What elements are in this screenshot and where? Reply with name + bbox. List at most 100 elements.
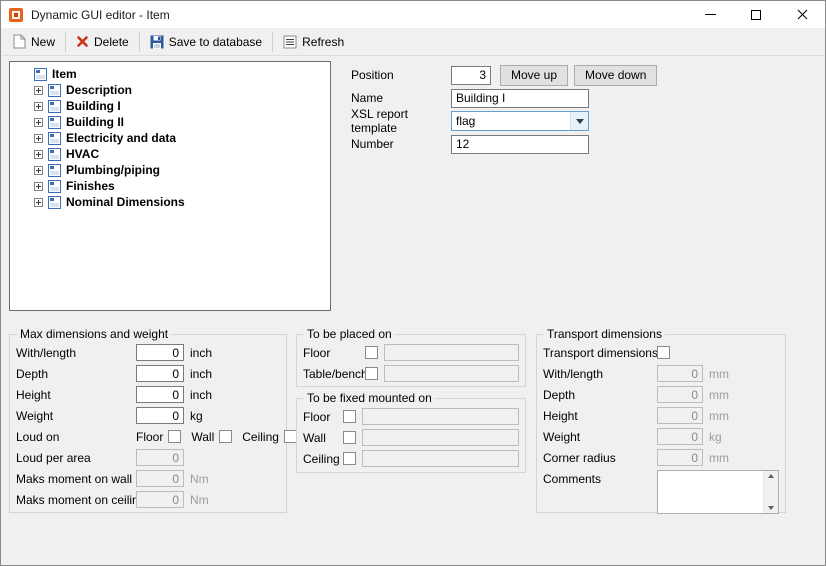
value-input[interactable]: 0	[136, 365, 184, 382]
field-label: Height	[543, 409, 657, 423]
checkbox[interactable]	[219, 430, 232, 443]
unit-label: inch	[190, 388, 212, 402]
save-to-database-button[interactable]: Save to database	[143, 30, 269, 54]
value-input-disabled: 0	[136, 470, 184, 487]
expand-plus-icon[interactable]	[34, 118, 43, 127]
app-icon	[8, 7, 24, 23]
window-title: Dynamic GUI editor - Item	[31, 8, 170, 22]
expand-plus-icon[interactable]	[34, 182, 43, 191]
dimension-row: Loud per area 0	[16, 449, 280, 466]
fixed-mounted-row: Floor	[303, 408, 519, 425]
number-input[interactable]: 12	[451, 135, 589, 154]
form-node-icon	[48, 148, 61, 161]
value-input[interactable]: 0	[136, 386, 184, 403]
checkbox[interactable]	[343, 431, 356, 444]
refresh-button[interactable]: Refresh	[276, 30, 351, 54]
comments-text	[660, 472, 761, 512]
form-node-icon	[48, 180, 61, 193]
new-document-icon	[13, 34, 26, 49]
field-label: Floor	[303, 410, 343, 424]
text-input-disabled	[384, 365, 519, 382]
field-label: With/length	[16, 346, 136, 360]
move-up-button[interactable]: Move up	[500, 65, 568, 86]
tree-item[interactable]: Building II	[12, 114, 328, 130]
comments-input[interactable]	[657, 470, 779, 514]
field-label: Wall	[303, 431, 343, 445]
number-row: Number 12	[351, 134, 657, 154]
expand-plus-icon[interactable]	[34, 134, 43, 143]
checkbox-label: Floor	[136, 430, 163, 444]
expand-plus-icon[interactable]	[34, 198, 43, 207]
max-dimensions-group: Max dimensions and weight With/length 0 …	[9, 327, 287, 513]
transport-row: Height 0 mm	[543, 407, 779, 424]
xsl-template-select[interactable]: flag	[451, 111, 589, 131]
value-input[interactable]: 0	[136, 344, 184, 361]
dimension-row: Maks moment on wall 0 Nm	[16, 470, 280, 487]
maximize-button[interactable]	[733, 1, 779, 28]
checkbox[interactable]	[365, 367, 378, 380]
fixed-mounted-legend: To be fixed mounted on	[304, 391, 435, 405]
field-label: With/length	[543, 367, 657, 381]
close-button[interactable]	[779, 1, 825, 28]
tree-item[interactable]: Electricity and data	[12, 130, 328, 146]
move-down-button[interactable]: Move down	[574, 65, 657, 86]
tree-item[interactable]: Nominal Dimensions	[12, 194, 328, 210]
unit-label: mm	[709, 451, 729, 465]
scroll-down-icon[interactable]	[768, 506, 774, 510]
value-input[interactable]: 0	[136, 407, 184, 424]
expand-plus-icon[interactable]	[34, 102, 43, 111]
position-input[interactable]: 3	[451, 66, 491, 85]
dimension-row: Height 0 inch	[16, 386, 280, 403]
unit-label: mm	[709, 409, 729, 423]
field-label: Loud per area	[16, 451, 136, 465]
expand-plus-icon[interactable]	[34, 150, 43, 159]
new-button[interactable]: New	[6, 30, 62, 54]
transport-checkbox-label: Transport dimensions	[543, 346, 657, 360]
checkbox[interactable]	[343, 410, 356, 423]
tree-item[interactable]: HVAC	[12, 146, 328, 162]
form-node-icon	[48, 116, 61, 129]
expand-plus-icon[interactable]	[34, 86, 43, 95]
loud-on-option: Floor	[136, 430, 181, 444]
delete-button[interactable]: Delete	[69, 30, 136, 54]
checkbox[interactable]	[168, 430, 181, 443]
titlebar: Dynamic GUI editor - Item	[1, 1, 825, 28]
unit-label: Nm	[190, 493, 209, 507]
tree-item[interactable]: Description	[12, 82, 328, 98]
scroll-up-icon[interactable]	[768, 474, 774, 478]
tree-item-label: Building I	[66, 99, 121, 113]
placed-on-group: To be placed on Floor Table/bench	[296, 327, 526, 387]
transport-row: Corner radius 0 mm	[543, 449, 779, 466]
save-button-label: Save to database	[169, 35, 262, 49]
toolbar-separator	[139, 32, 140, 52]
dimension-row: Depth 0 inch	[16, 365, 280, 382]
comments-label: Comments	[543, 470, 657, 486]
tree-item[interactable]: Plumbing/piping	[12, 162, 328, 178]
field-label: Weight	[543, 430, 657, 444]
checkbox[interactable]	[284, 430, 297, 443]
minimize-button[interactable]	[687, 1, 733, 28]
transport-dimensions-checkbox[interactable]	[657, 346, 670, 359]
position-label: Position	[351, 68, 451, 82]
tree-children: Description Building I Building II	[12, 82, 328, 210]
name-input[interactable]: Building I	[451, 89, 589, 108]
tree-item-label: HVAC	[66, 147, 99, 161]
expand-plus-icon[interactable]	[34, 166, 43, 175]
dimension-row: Weight 0 kg	[16, 407, 280, 424]
placed-on-legend: To be placed on	[304, 327, 395, 341]
scrollbar[interactable]	[763, 471, 778, 513]
text-input-disabled	[362, 429, 519, 446]
checkbox[interactable]	[343, 452, 356, 465]
tree-root-item[interactable]: Item	[12, 66, 328, 82]
delete-button-label: Delete	[94, 35, 129, 49]
tree-item[interactable]: Building I	[12, 98, 328, 114]
toolbar-separator	[272, 32, 273, 52]
unit-label: inch	[190, 367, 212, 381]
item-tree-panel: Item Description Building I	[9, 61, 331, 311]
number-label: Number	[351, 137, 451, 151]
checkbox[interactable]	[365, 346, 378, 359]
transport-row: With/length 0 mm	[543, 365, 779, 382]
tree-item[interactable]: Finishes	[12, 178, 328, 194]
fixed-mounted-row: Wall	[303, 429, 519, 446]
xsl-template-row: XSL report template flag	[351, 111, 657, 131]
